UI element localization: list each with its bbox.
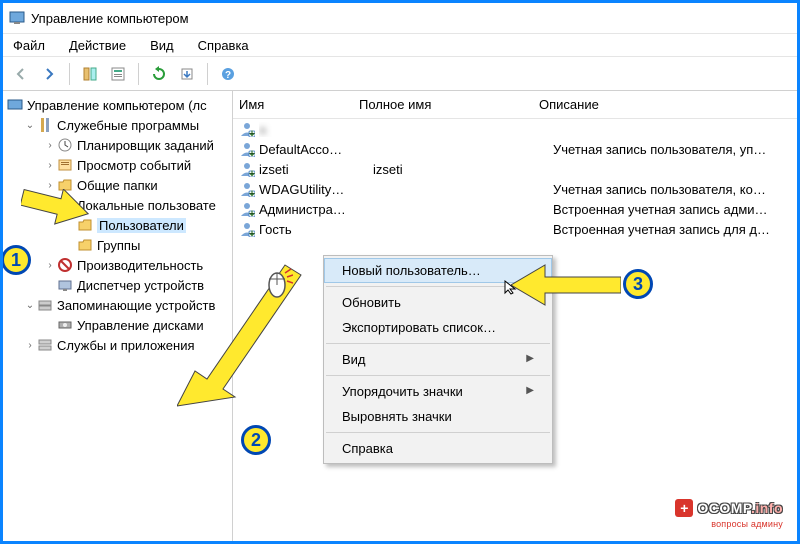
list-header[interactable]: Имя Полное имя Описание	[233, 91, 797, 119]
ctx-arrange[interactable]: Упорядочить значки▶	[324, 379, 552, 404]
svg-text:?: ?	[225, 70, 231, 81]
cell-name: Администра…	[259, 202, 373, 217]
annotation-arrow-3	[511, 263, 621, 307]
list-item[interactable]: WDAGUtility… Учетная запись пользователя,…	[233, 179, 797, 199]
cell-desc: Встроенная учетная запись адми…	[553, 202, 797, 217]
right-click-cursor-icon	[263, 267, 293, 301]
refresh-button[interactable]	[147, 62, 171, 86]
menu-action[interactable]: Действие	[65, 36, 130, 55]
cell-name: Гость	[259, 222, 373, 237]
nav-back-button[interactable]	[9, 62, 33, 86]
ctx-help[interactable]: Справка	[324, 436, 552, 461]
users-list[interactable]: Имя Полное имя Описание a DefaultAcco… Уче…	[233, 91, 797, 541]
user-icon	[239, 181, 255, 197]
list-item[interactable]: a	[233, 119, 797, 139]
cell-fullname: izseti	[373, 162, 553, 177]
user-icon	[239, 201, 255, 217]
menu-view[interactable]: Вид	[146, 36, 178, 55]
plus-icon: +	[675, 499, 693, 517]
cell-name: izseti	[259, 162, 373, 177]
window-title: Управление компьютером	[31, 11, 189, 26]
user-icon	[239, 221, 255, 237]
user-icon	[239, 161, 255, 177]
window-titlebar: Управление компьютером	[3, 3, 797, 33]
tree-services-tools[interactable]: ⌄Служебные программы	[3, 115, 232, 135]
help-button[interactable]: ?	[216, 62, 240, 86]
properties-button[interactable]	[106, 62, 130, 86]
cell-name: WDAGUtility…	[259, 182, 373, 197]
user-icon	[239, 121, 255, 137]
chevron-right-icon: ▶	[526, 352, 534, 366]
watermark-subtitle: вопросы админу	[711, 519, 783, 529]
annotation-callout-3: 3	[623, 269, 653, 299]
cell-desc: Учетная запись пользователя, уп…	[553, 142, 797, 157]
cell-desc: Учетная запись пользователя, ко…	[553, 182, 797, 197]
ctx-export[interactable]: Экспортировать список…	[324, 315, 552, 340]
user-icon	[239, 141, 255, 157]
ctx-align[interactable]: Выровнять значки	[324, 404, 552, 429]
show-hide-button[interactable]	[78, 62, 102, 86]
annotation-callout-2: 2	[241, 425, 271, 455]
ctx-view[interactable]: Вид▶	[324, 347, 552, 372]
tree-root[interactable]: Управление компьютером (лс	[3, 95, 232, 115]
list-item[interactable]: Гость Встроенная учетная запись для д…	[233, 219, 797, 239]
cell-name: a	[259, 122, 373, 137]
cell-desc: Встроенная учетная запись для д…	[553, 222, 797, 237]
list-item[interactable]: izsetiizseti	[233, 159, 797, 179]
cell-name: DefaultAcco…	[259, 142, 373, 157]
annotation-arrow-1	[21, 189, 101, 249]
col-fullname[interactable]: Полное имя	[359, 97, 539, 112]
tree-event-viewer[interactable]: ›Просмотр событий	[3, 155, 232, 175]
menu-bar: Файл Действие Вид Справка	[3, 33, 797, 57]
watermark: + OCOMP.info	[675, 499, 783, 517]
tree-task-scheduler[interactable]: ›Планировщик заданий	[3, 135, 232, 155]
list-item[interactable]: DefaultAcco… Учетная запись пользователя,…	[233, 139, 797, 159]
annotation-callout-1: 1	[1, 245, 31, 275]
list-item[interactable]: Администра… Встроенная учетная запись адм…	[233, 199, 797, 219]
pointer-cursor-icon	[503, 279, 519, 295]
menu-help[interactable]: Справка	[194, 36, 253, 55]
export-button[interactable]	[175, 62, 199, 86]
col-desc[interactable]: Описание	[539, 97, 797, 112]
toolbar: ?	[3, 57, 797, 91]
chevron-right-icon: ▶	[526, 384, 534, 398]
menu-file[interactable]: Файл	[9, 36, 49, 55]
nav-forward-button[interactable]	[37, 62, 61, 86]
mmc-icon	[9, 10, 25, 26]
col-name[interactable]: Имя	[239, 97, 359, 112]
